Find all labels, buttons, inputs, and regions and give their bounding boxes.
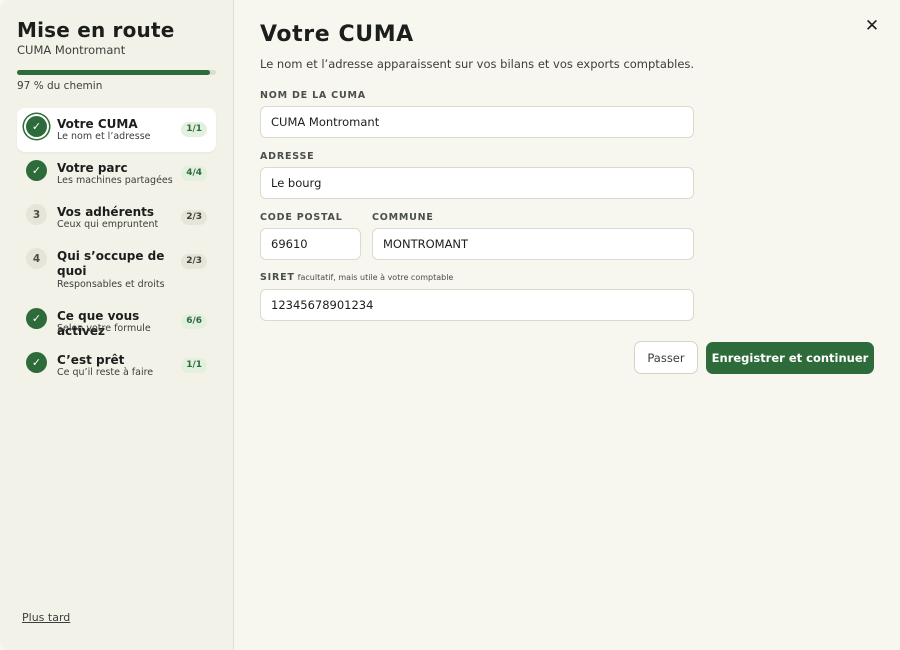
step-badge: 2/3	[181, 254, 207, 269]
progress-label: 97 % du chemin	[17, 80, 103, 92]
address-label: ADRESSE	[260, 151, 315, 162]
save-continue-button[interactable]: Enregistrer et continuer	[706, 342, 874, 374]
postal-code-input[interactable]	[260, 228, 361, 260]
step-badge: 1/1	[181, 358, 207, 373]
page-title: Votre CUMA	[260, 22, 414, 47]
step-number: 4	[26, 248, 47, 269]
name-input[interactable]	[260, 106, 694, 138]
siret-hint: facultatif, mais utile à votre comptable	[297, 273, 454, 282]
city-input[interactable]	[372, 228, 694, 260]
sidebar: Mise en route CUMA Montromant 97 % du ch…	[0, 0, 234, 650]
step-ce-que-vous-activez[interactable]: ✓ Ce que vous activez Selon votre formul…	[17, 300, 216, 344]
siret-label-text: SIRET	[260, 272, 295, 283]
step-votre-parc[interactable]: ✓ Votre parc Les machines partagées 4/4	[17, 152, 216, 196]
skip-button[interactable]: Passer	[634, 341, 698, 374]
step-desc: Responsables et droits	[57, 279, 165, 290]
check-icon: ✓	[26, 116, 47, 137]
step-desc: Le nom et l’adresse	[57, 131, 151, 142]
check-icon: ✓	[26, 308, 47, 329]
close-icon[interactable]: ✕	[864, 18, 880, 35]
sidebar-title: Mise en route	[17, 18, 175, 42]
siret-label: SIRET facultatif, mais utile à votre comp…	[260, 272, 453, 283]
step-votre-cuma[interactable]: ✓ Votre CUMA Le nom et l’adresse 1/1	[17, 108, 216, 152]
step-title: Qui s’occupe de quoi	[57, 249, 165, 278]
progress-bar	[17, 70, 216, 75]
step-title: Votre CUMA	[57, 117, 138, 131]
step-desc: Ceux qui empruntent	[57, 219, 159, 230]
sidebar-subtitle: CUMA Montromant	[17, 43, 126, 57]
step-desc: Selon votre formule	[57, 323, 151, 334]
postal-code-label: CODE POSTAL	[260, 212, 343, 223]
step-badge: 1/1	[181, 122, 207, 137]
page-description: Le nom et l’adresse apparaissent sur vos…	[260, 57, 695, 71]
step-title: C’est prêt	[57, 353, 125, 367]
step-c-est-pret[interactable]: ✓ C’est prêt Ce qu’il reste à faire 1/1	[17, 344, 216, 388]
later-link[interactable]: Plus tard	[22, 611, 70, 624]
step-vos-adherents[interactable]: 3 Vos adhérents Ceux qui empruntent 2/3	[17, 196, 216, 240]
step-desc: Les machines partagées	[57, 175, 173, 186]
step-desc: Ce qu’il reste à faire	[57, 367, 154, 378]
step-title: Votre parc	[57, 161, 128, 175]
progress-fill	[17, 70, 211, 75]
check-icon: ✓	[26, 160, 47, 181]
step-qui-s-occupe-de-quoi[interactable]: 4 Qui s’occupe de quoi Responsables et d…	[17, 240, 216, 300]
step-badge: 4/4	[181, 166, 207, 181]
name-label: NOM DE LA CUMA	[260, 90, 366, 101]
step-badge: 6/6	[181, 314, 207, 329]
check-icon: ✓	[26, 352, 47, 373]
step-badge: 2/3	[181, 210, 207, 225]
siret-input[interactable]	[260, 289, 694, 321]
step-list: ✓ Votre CUMA Le nom et l’adresse 1/1 ✓ V…	[17, 108, 216, 388]
step-number: 3	[26, 204, 47, 225]
address-input[interactable]	[260, 167, 694, 199]
step-title: Vos adhérents	[57, 205, 155, 219]
onboarding-modal: Mise en route CUMA Montromant 97 % du ch…	[0, 0, 900, 650]
main-panel: ✕ Votre CUMA Le nom et l’adresse apparai…	[234, 0, 900, 650]
city-label: COMMUNE	[372, 212, 434, 223]
